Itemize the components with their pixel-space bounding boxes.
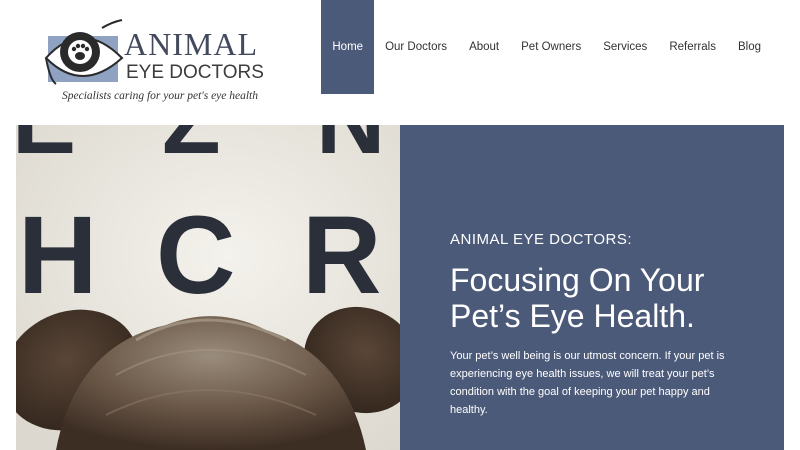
chart-letter-r: R xyxy=(302,194,381,317)
main-nav: Home Our Doctors About Pet Owners Servic… xyxy=(321,0,772,94)
nav-item-about[interactable]: About xyxy=(458,0,510,94)
chart-letter-n: N xyxy=(316,125,385,174)
nav-item-our-doctors[interactable]: Our Doctors xyxy=(374,0,458,94)
hero-panel: ANIMAL EYE DOCTORS: Focusing On Your Pet… xyxy=(400,125,784,450)
nav-item-home[interactable]: Home xyxy=(321,0,375,94)
hero-section: E Z N H C R ANIMAL EYE DOCTORS: Focusing… xyxy=(16,125,784,450)
hero-heading: Focusing On Your Pet’s Eye Health. xyxy=(450,262,705,334)
logo-title-line1: ANIMAL xyxy=(124,26,258,62)
chart-letter-h: H xyxy=(18,194,97,317)
hero-body-text: Your pet’s well being is our utmost conc… xyxy=(450,350,725,416)
nav-item-blog[interactable]: Blog xyxy=(727,0,772,94)
site-header: ANIMAL EYE DOCTORS Specialists caring fo… xyxy=(0,0,800,125)
nav-item-pet-owners[interactable]: Pet Owners xyxy=(510,0,592,94)
chart-letter-z: Z xyxy=(162,125,221,174)
chart-letter-c: C xyxy=(156,194,235,317)
eye-chart-dog-illustration: E Z N H C R xyxy=(16,125,400,450)
hero-image: E Z N H C R xyxy=(16,125,400,450)
logo-tagline: Specialists caring for your pet's eye he… xyxy=(62,90,259,102)
chart-letter-e: E xyxy=(16,125,76,174)
nav-item-referrals[interactable]: Referrals xyxy=(658,0,727,94)
nav-item-services[interactable]: Services xyxy=(592,0,658,94)
eye-paw-icon xyxy=(44,19,124,85)
hero-eyebrow: ANIMAL EYE DOCTORS: xyxy=(450,231,633,248)
logo-title-line2: EYE DOCTORS xyxy=(126,62,264,83)
site-logo[interactable]: ANIMAL EYE DOCTORS Specialists caring fo… xyxy=(42,18,272,108)
